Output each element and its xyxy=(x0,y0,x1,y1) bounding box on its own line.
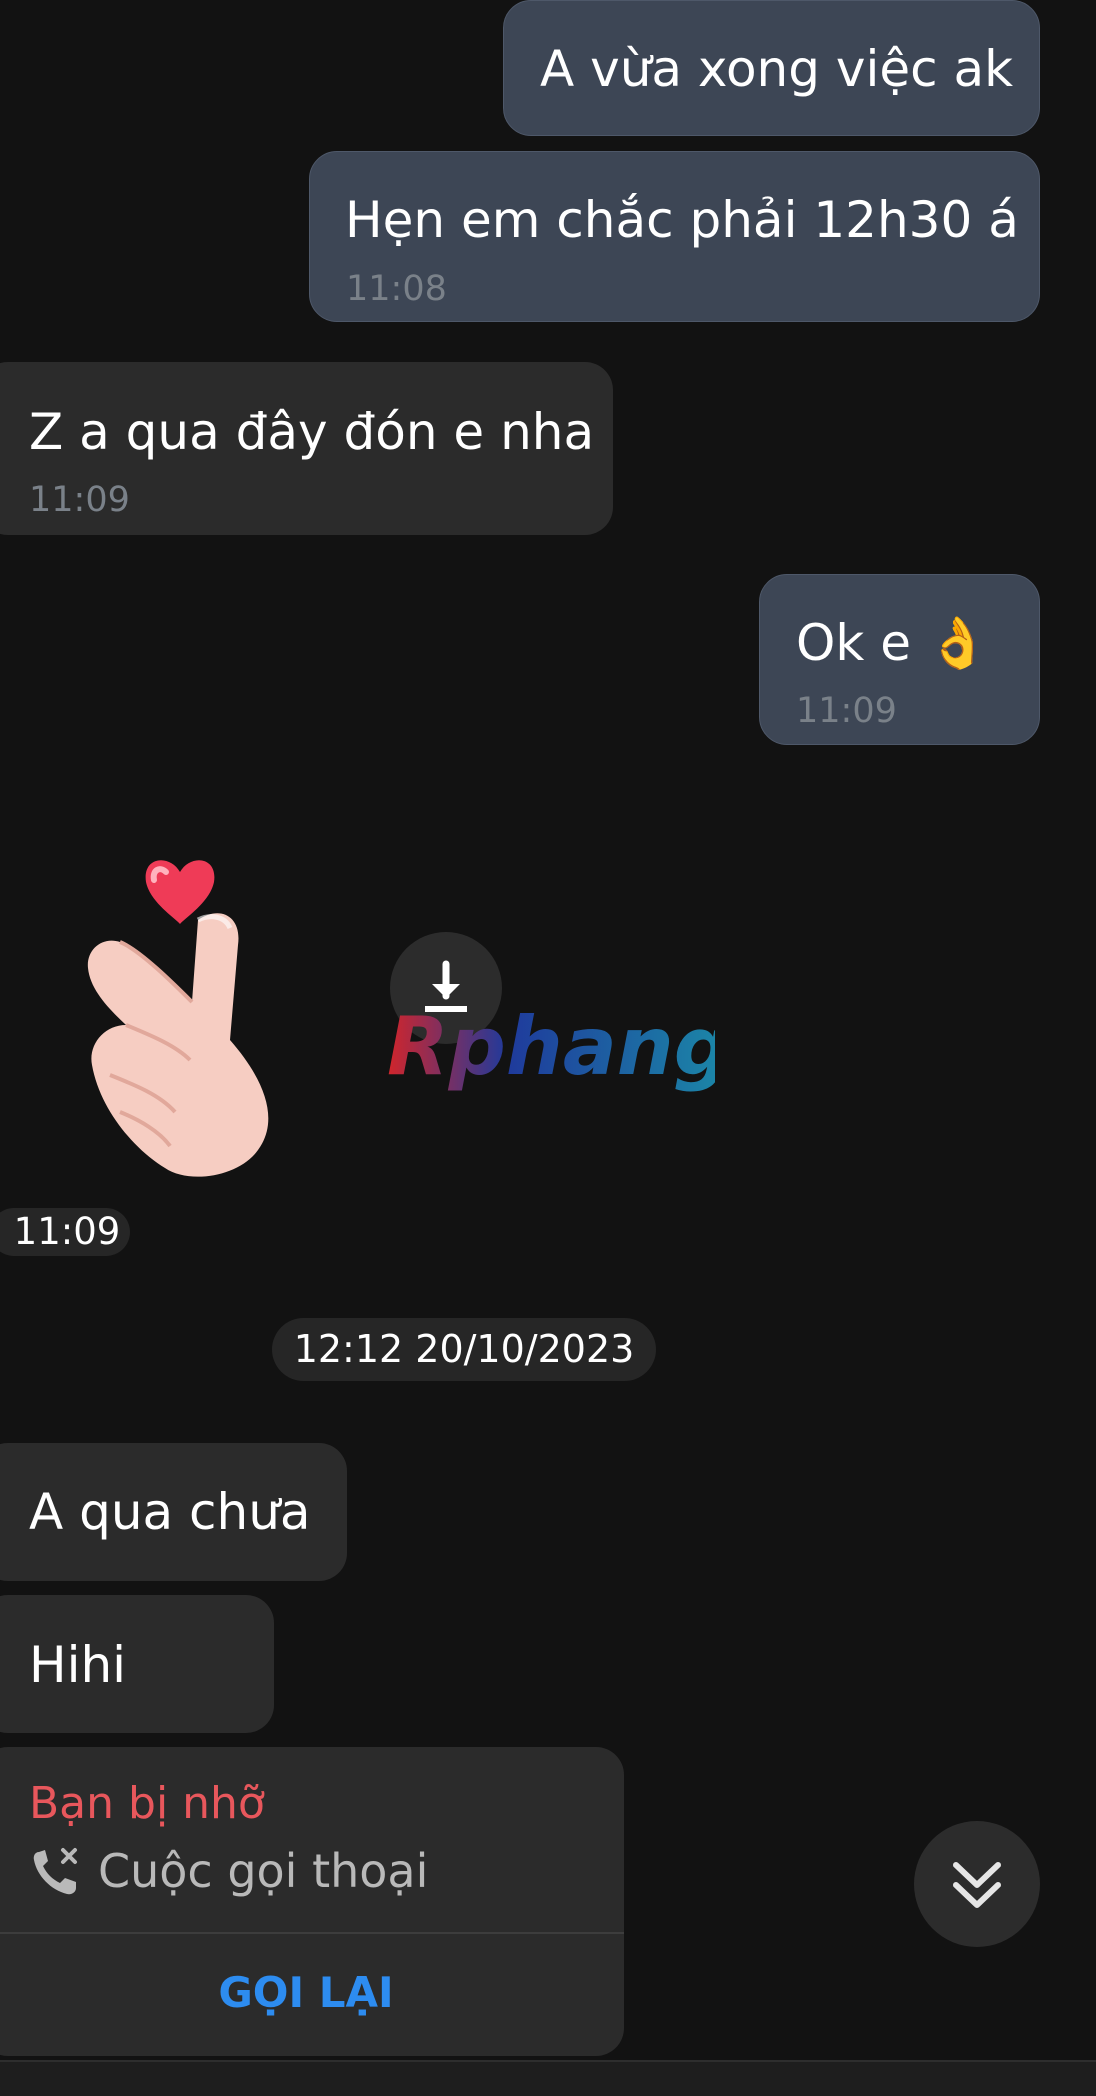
scroll-down-icon xyxy=(953,1862,1001,1908)
message-text: Hihi xyxy=(29,1636,127,1694)
missed-call-title: Bạn bị nhỡ xyxy=(29,1778,265,1829)
missed-call-icon xyxy=(31,1846,83,1898)
date-separator: 12:12 20/10/2023 xyxy=(272,1318,656,1381)
finger-heart-sticker[interactable] xyxy=(80,850,300,1185)
svg-text:Rphang: Rphang xyxy=(387,1002,715,1092)
scroll-to-bottom-button[interactable] xyxy=(914,1821,1040,1947)
missed-call-subtitle: Cuộc gọi thoại xyxy=(98,1844,429,1898)
message-text: Z a qua đây đón e nha xyxy=(29,403,595,461)
sticker-time: 11:09 xyxy=(0,1208,130,1256)
message-time: 11:08 xyxy=(346,269,447,309)
message-text: A qua chưa xyxy=(29,1483,311,1541)
call-back-label: GỌI LẠI xyxy=(218,1968,394,2017)
message-time: 11:09 xyxy=(29,480,130,520)
call-back-button[interactable]: GỌI LẠI xyxy=(0,1934,624,2054)
message-text: Hẹn em chắc phải 12h30 á xyxy=(345,191,1019,249)
message-text: Ok e 👌 xyxy=(796,614,990,672)
watermark-logo: Rphang xyxy=(385,1000,731,1096)
bottom-bar xyxy=(0,2060,1096,2096)
message-text: A vừa xong việc ak xyxy=(540,40,1014,98)
message-time: 11:09 xyxy=(796,691,897,731)
